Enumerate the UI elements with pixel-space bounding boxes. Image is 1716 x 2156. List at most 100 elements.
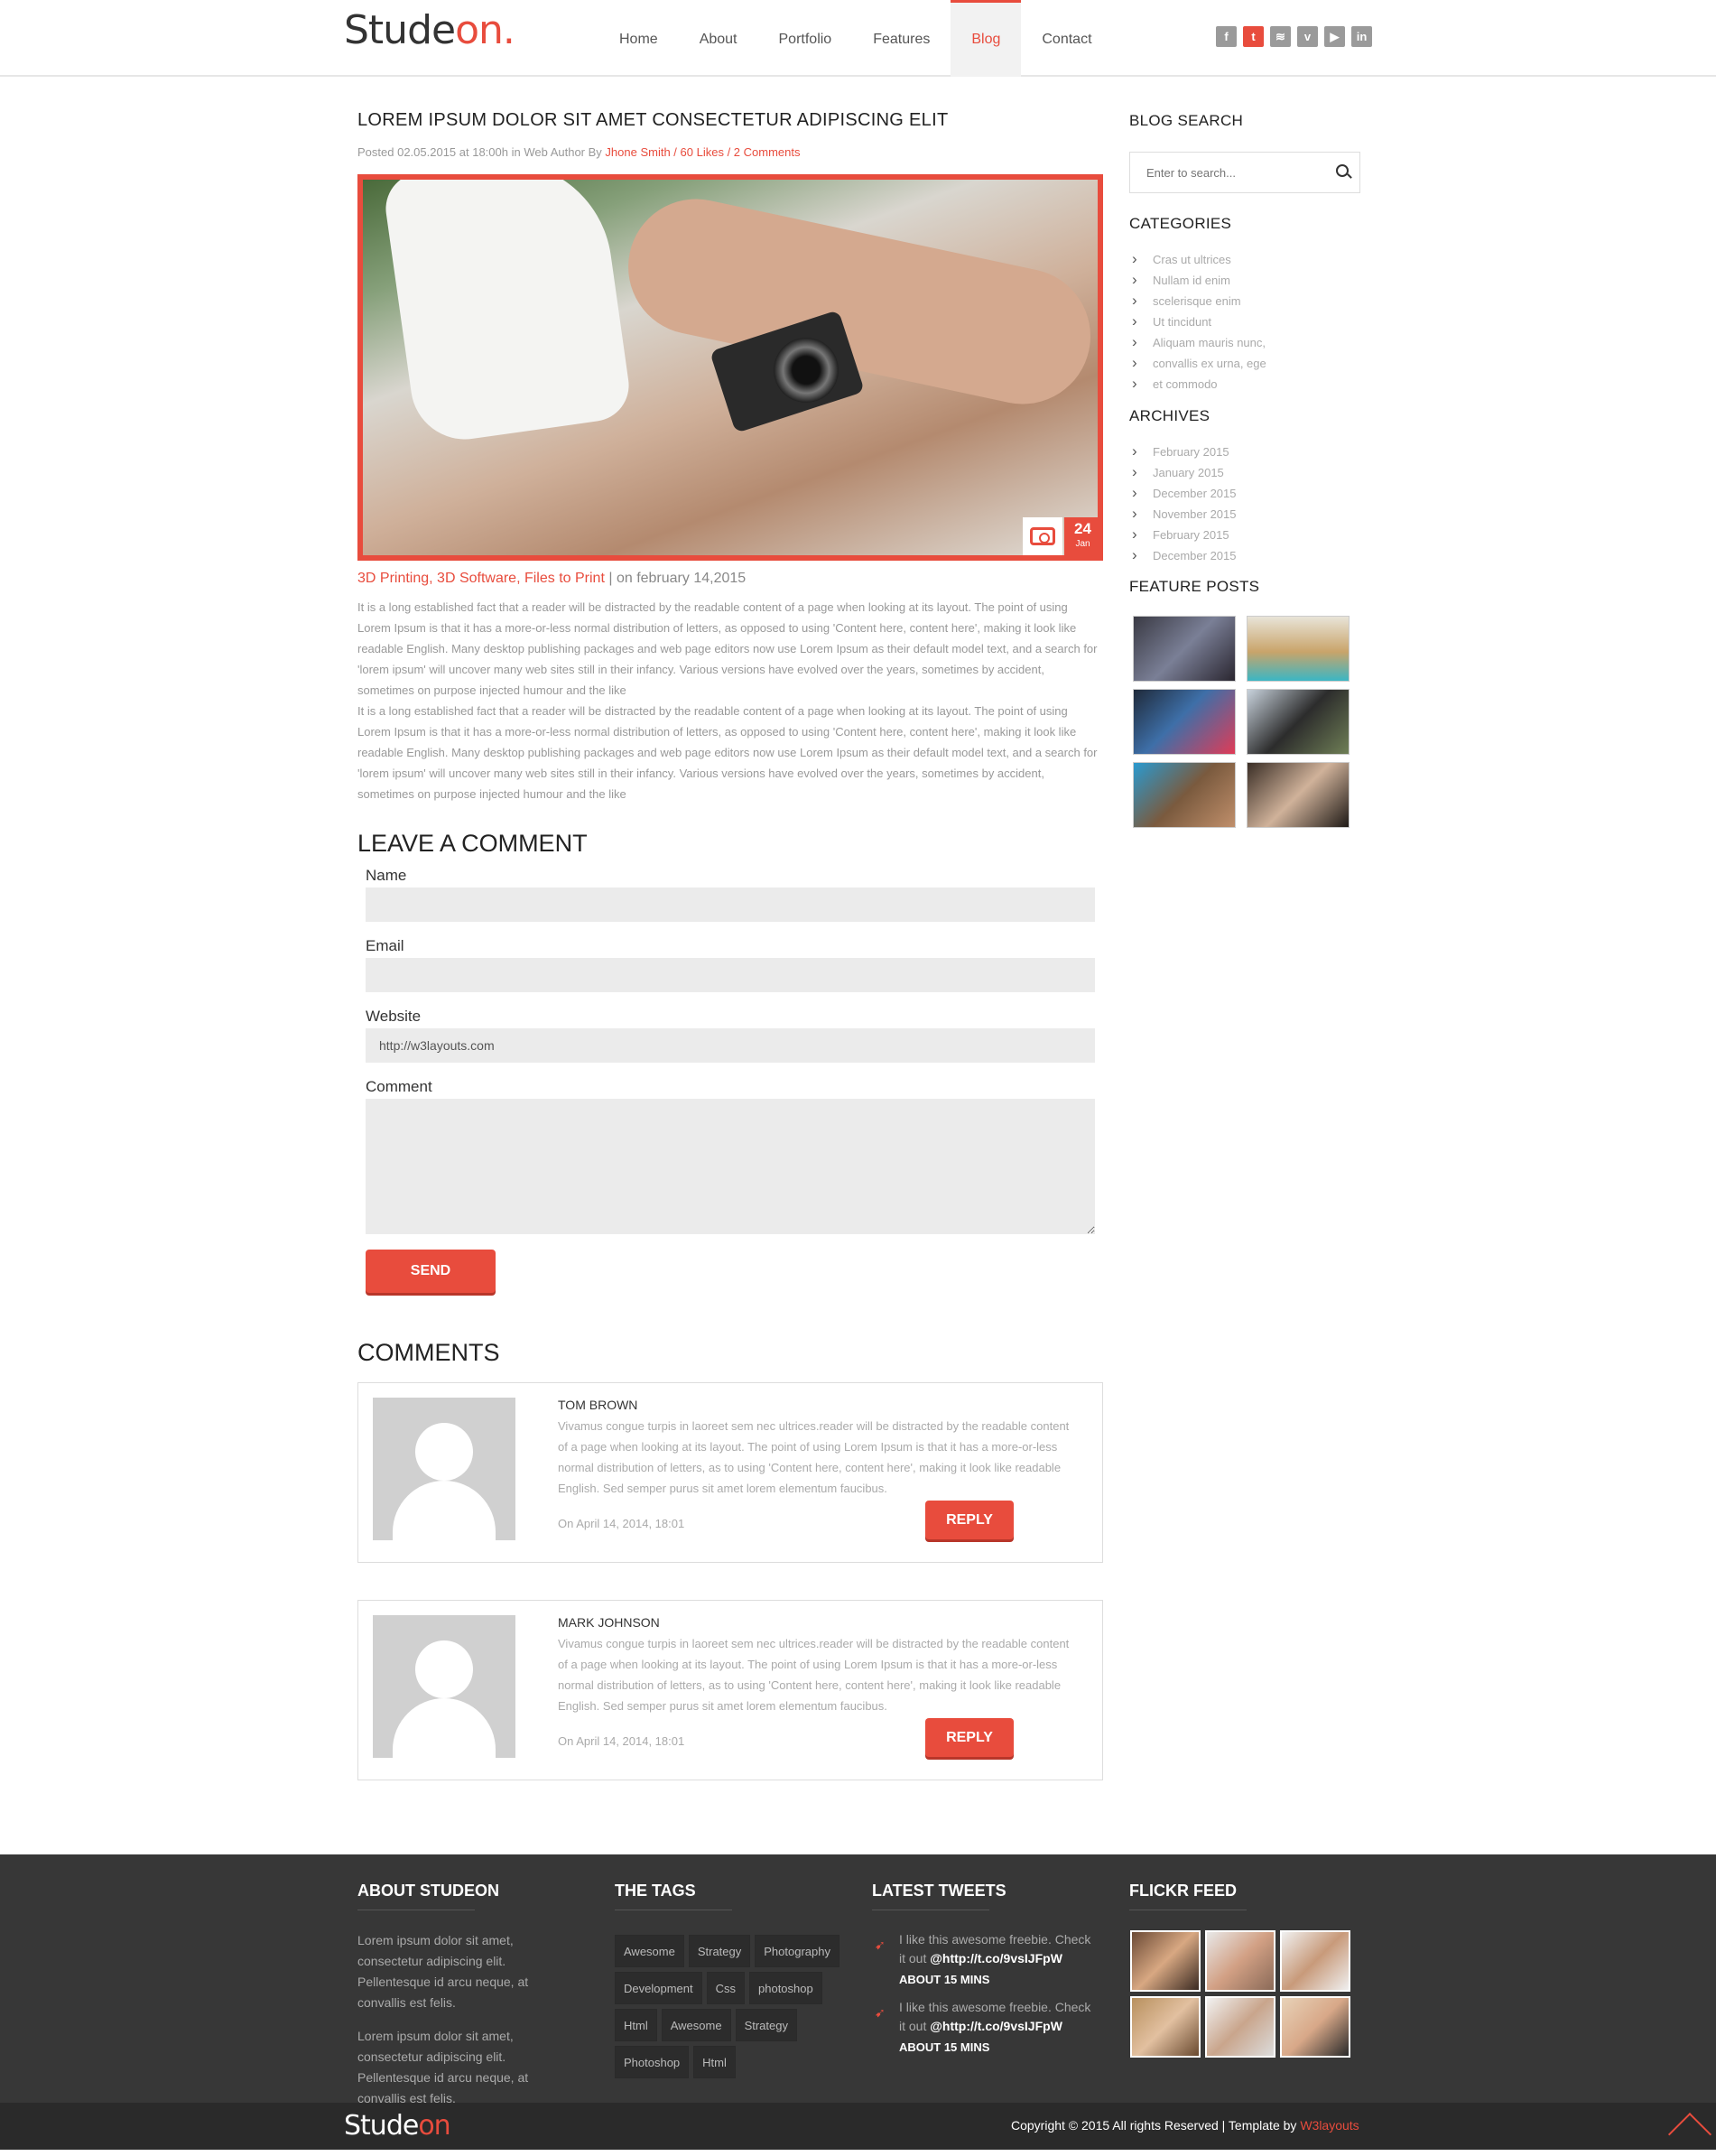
footer-logo[interactable]: Studeon bbox=[344, 2110, 451, 2142]
nav-blog[interactable]: Blog bbox=[951, 0, 1022, 77]
email-field[interactable] bbox=[366, 958, 1095, 992]
reply-button[interactable]: REPLY bbox=[925, 1501, 1014, 1539]
comment-author: TOM BROWN bbox=[558, 1398, 638, 1412]
name-field[interactable] bbox=[366, 887, 1095, 922]
post-meta: Posted 02.05.2015 at 18:00h in Web Autho… bbox=[357, 145, 801, 159]
tag[interactable]: photoshop bbox=[749, 1972, 822, 2004]
nav-home[interactable]: Home bbox=[598, 0, 679, 77]
nav-portfolio[interactable]: Portfolio bbox=[758, 0, 853, 77]
category-item[interactable]: convallis ex urna, ege bbox=[1129, 352, 1266, 374]
comments-link[interactable]: 2 Comments bbox=[734, 145, 801, 159]
facebook-icon[interactable]: f bbox=[1216, 26, 1237, 47]
flickr-thumb[interactable] bbox=[1280, 1996, 1350, 2058]
rss-icon[interactable]: ≋ bbox=[1270, 26, 1291, 47]
flickr-thumb[interactable] bbox=[1130, 1996, 1201, 2058]
category-item[interactable]: et commodo bbox=[1129, 373, 1266, 395]
tag[interactable]: Strategy bbox=[688, 1935, 751, 1967]
tweet-link[interactable]: @http://t.co/9vsIJFpW bbox=[930, 2019, 1062, 2033]
categories-list: Cras ut ultrices Nullam id enim sceleris… bbox=[1129, 248, 1266, 395]
name-label: Name bbox=[366, 867, 407, 884]
search-box bbox=[1129, 152, 1360, 193]
tag[interactable]: Awesome bbox=[615, 1935, 684, 1967]
tag-cloud: Awesome Strategy Photography Development… bbox=[615, 1935, 858, 2078]
comment-field[interactable] bbox=[366, 1099, 1095, 1234]
send-button[interactable]: SEND bbox=[366, 1250, 496, 1293]
twitter-bird-icon: ➹ bbox=[875, 1938, 886, 1952]
category-item[interactable]: Ut tincidunt bbox=[1129, 311, 1266, 332]
categories-heading: CATEGORIES bbox=[1129, 215, 1232, 232]
comment-item: MARK JOHNSON Vivamus congue turpis in la… bbox=[357, 1600, 1103, 1780]
tag[interactable]: Development bbox=[615, 1972, 702, 2004]
feature-thumb[interactable] bbox=[1247, 616, 1350, 682]
search-input[interactable] bbox=[1130, 153, 1320, 192]
tag[interactable]: Html bbox=[615, 2009, 657, 2041]
post-paragraph: It is a long established fact that a rea… bbox=[357, 600, 1098, 697]
nav-contact[interactable]: Contact bbox=[1021, 0, 1112, 77]
comment-label: Comment bbox=[366, 1078, 432, 1095]
feature-posts-grid bbox=[1133, 616, 1350, 828]
twitter-icon[interactable]: t bbox=[1243, 26, 1264, 47]
youtube-icon[interactable]: ▶ bbox=[1324, 26, 1345, 47]
feature-thumb[interactable] bbox=[1133, 689, 1236, 755]
post-meta-prefix: Posted 02.05.2015 at 18:00h in Web Autho… bbox=[357, 145, 602, 159]
avatar bbox=[373, 1615, 515, 1758]
archive-item[interactable]: December 2015 bbox=[1129, 482, 1237, 504]
category-item[interactable]: scelerisque enim bbox=[1129, 290, 1266, 311]
tweet-time: ABOUT 15 MINS bbox=[899, 1973, 990, 1986]
search-icon[interactable] bbox=[1336, 164, 1349, 177]
tag[interactable]: Strategy bbox=[735, 2009, 797, 2041]
social-links: f t ≋ v ▶ in bbox=[1216, 26, 1372, 47]
reply-button[interactable]: REPLY bbox=[925, 1718, 1014, 1757]
category-item[interactable]: Nullam id enim bbox=[1129, 269, 1266, 291]
about-heading: ABOUT STUDEON bbox=[357, 1882, 499, 1900]
flickr-thumb[interactable] bbox=[1205, 1996, 1275, 2058]
archives-list: February 2015 January 2015 December 2015… bbox=[1129, 441, 1237, 566]
flickr-thumb[interactable] bbox=[1280, 1930, 1350, 1992]
archive-item[interactable]: February 2015 bbox=[1129, 524, 1237, 545]
badge-day: 24 bbox=[1074, 520, 1091, 537]
about-text: Lorem ipsum dolor sit amet, consectetur … bbox=[357, 1930, 565, 2122]
tag[interactable]: Awesome bbox=[661, 2009, 731, 2041]
w3layouts-link[interactable]: W3layouts bbox=[1300, 2118, 1359, 2133]
comment-author: MARK JOHNSON bbox=[558, 1615, 660, 1630]
website-label: Website bbox=[366, 1008, 422, 1025]
tweets-heading: LATEST TWEETS bbox=[872, 1882, 1006, 1900]
tweet-time: ABOUT 15 MINS bbox=[899, 2040, 990, 2054]
tag[interactable]: Photography bbox=[755, 1935, 839, 1967]
feature-thumb[interactable] bbox=[1133, 762, 1236, 828]
category-links[interactable]: 3D Printing, 3D Software, Files to Print bbox=[357, 571, 605, 586]
badge-month: Jan bbox=[1075, 539, 1090, 549]
blog-search-heading: BLOG SEARCH bbox=[1129, 112, 1244, 129]
about-paragraph: Lorem ipsum dolor sit amet, consectetur … bbox=[357, 1933, 529, 2010]
main-nav: Home About Portfolio Features Blog Conta… bbox=[598, 0, 1113, 77]
tweet-link[interactable]: @http://t.co/9vsIJFpW bbox=[930, 1951, 1062, 1965]
archives-heading: ARCHIVES bbox=[1129, 407, 1210, 424]
feature-thumb[interactable] bbox=[1247, 689, 1350, 755]
flickr-thumb[interactable] bbox=[1130, 1930, 1201, 1992]
likes-link[interactable]: 60 Likes bbox=[681, 145, 724, 159]
nav-features[interactable]: Features bbox=[852, 0, 951, 77]
archive-item[interactable]: December 2015 bbox=[1129, 544, 1237, 566]
flickr-thumb[interactable] bbox=[1205, 1930, 1275, 1992]
feature-thumb[interactable] bbox=[1133, 616, 1236, 682]
vimeo-icon[interactable]: v bbox=[1297, 26, 1318, 47]
site-logo[interactable]: Studeon. bbox=[344, 7, 515, 53]
tag[interactable]: Css bbox=[706, 1972, 745, 2004]
category-item[interactable]: Cras ut ultrices bbox=[1129, 248, 1266, 270]
date-badge: 24 Jan bbox=[1064, 517, 1101, 555]
feature-thumb[interactable] bbox=[1247, 762, 1350, 828]
linkedin-icon[interactable]: in bbox=[1351, 26, 1372, 47]
archive-item[interactable]: February 2015 bbox=[1129, 441, 1237, 462]
post-date: | on february 14,2015 bbox=[608, 571, 747, 586]
archive-item[interactable]: January 2015 bbox=[1129, 461, 1237, 483]
website-field[interactable] bbox=[366, 1028, 1095, 1063]
tag[interactable]: Html bbox=[693, 2046, 736, 2078]
post-categories: 3D Printing, 3D Software, Files to Print… bbox=[357, 571, 746, 587]
tag[interactable]: Photoshop bbox=[615, 2046, 690, 2078]
category-item[interactable]: Aliquam mauris nunc, bbox=[1129, 331, 1266, 353]
bottom-bar: Studeon Copyright © 2015 All rights Rese… bbox=[0, 2103, 1716, 2156]
archive-item[interactable]: November 2015 bbox=[1129, 503, 1237, 525]
author-link[interactable]: Jhone Smith bbox=[605, 145, 670, 159]
nav-about[interactable]: About bbox=[679, 0, 758, 77]
camera-icon bbox=[1023, 517, 1062, 555]
